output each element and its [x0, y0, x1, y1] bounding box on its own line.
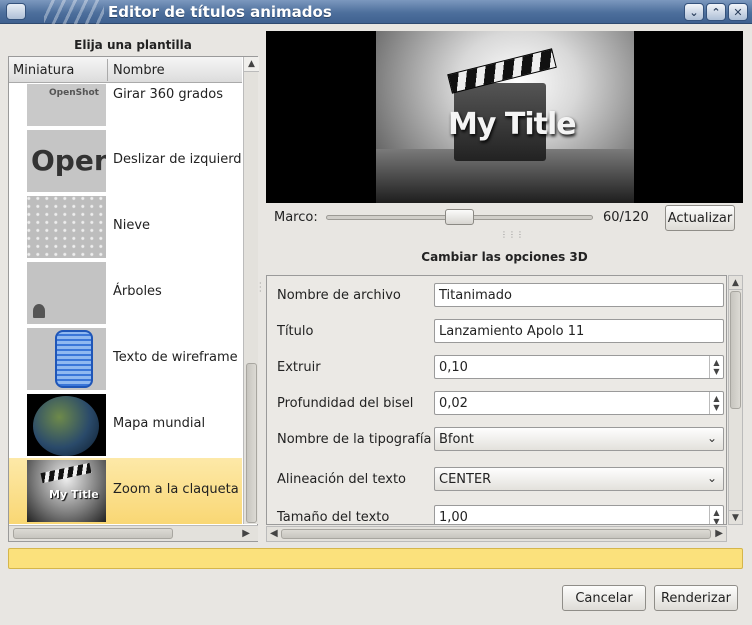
template-name: Zoom a la claqueta [113, 482, 239, 497]
refresh-button[interactable]: Actualizar [665, 205, 735, 231]
option-label: Título [277, 324, 314, 339]
preview-area: My Title [266, 31, 743, 203]
thumbnail [27, 262, 106, 324]
column-header-name[interactable]: Nombre [113, 63, 165, 78]
templates-horizontal-scrollbar[interactable]: ▶ [9, 525, 258, 541]
scroll-left-icon[interactable]: ◀ [270, 527, 278, 541]
title-input[interactable]: Lanzamiento Apolo 11 [434, 319, 724, 343]
template-name: Árboles [113, 284, 162, 299]
filename-input[interactable]: Titanimado [434, 283, 724, 307]
scroll-right-icon[interactable]: ▶ [242, 526, 250, 541]
template-name: Mapa mundial [113, 416, 206, 431]
option-row: Título Lanzamiento Apolo 11 [267, 319, 726, 345]
template-row-clapper-zoom[interactable]: My Title Zoom a la claqueta [9, 458, 242, 524]
extrude-spinbox[interactable]: 0,10 ▲ ▼ [434, 355, 724, 379]
template-name: Nieve [113, 218, 151, 233]
titlebar-decoration [44, 0, 104, 24]
option-row: Tamaño del texto 1,00 ▲ ▼ [267, 505, 726, 525]
thumbnail: My Title [27, 460, 106, 522]
scroll-right-icon[interactable]: ▶ [715, 527, 723, 541]
thumbnail: OpenShot [27, 84, 106, 126]
preview-title-text: My Title [448, 107, 577, 142]
template-row-rotate[interactable]: OpenShot Girar 360 grados [9, 84, 242, 128]
frame-value: 60/120 [603, 210, 649, 225]
option-label: Tamaño del texto [277, 510, 390, 525]
option-label: Profundidad del bisel [277, 396, 414, 411]
template-name: Girar 360 grados [113, 87, 223, 102]
scroll-up-icon[interactable]: ▲ [729, 276, 742, 290]
spin-arrows-icon[interactable]: ▲ ▼ [709, 356, 723, 378]
template-name: Texto de wireframe [113, 350, 238, 365]
close-icon[interactable]: ✕ [728, 3, 748, 21]
text-alignment-select[interactable]: CENTER ⌄ [434, 467, 724, 491]
frame-label: Marco: [274, 210, 318, 225]
options-panel: Nombre de archivo Titanimado Título Lanz… [266, 275, 727, 525]
option-row: Profundidad del bisel 0,02 ▲ ▼ [267, 391, 726, 417]
spin-arrows-icon[interactable]: ▲ ▼ [709, 392, 723, 414]
templates-vertical-scrollbar[interactable]: ▲ [243, 57, 259, 524]
template-rows: OpenShot Girar 360 grados OpenS Deslizar… [9, 84, 242, 524]
window-menu-button[interactable] [6, 3, 26, 20]
bevel-depth-spinbox[interactable]: 0,02 ▲ ▼ [434, 391, 724, 415]
option-label: Nombre de la tipografía [277, 432, 432, 447]
list-header: Miniatura Nombre [9, 57, 242, 83]
column-header-thumbnail[interactable]: Miniatura [13, 63, 74, 78]
cancel-button[interactable]: Cancelar [562, 585, 646, 611]
frame-slider-handle[interactable] [445, 209, 474, 225]
template-name: Deslizar de izquierda [113, 152, 242, 167]
thumbnail [27, 328, 106, 390]
option-label: Alineación del texto [277, 472, 407, 487]
minimize-icon[interactable]: ⌄ [684, 3, 704, 21]
options-vertical-scrollbar[interactable]: ▲ ▼ [728, 275, 743, 525]
scroll-down-icon[interactable]: ▼ [729, 510, 742, 524]
scroll-up-icon[interactable]: ▲ [244, 57, 259, 72]
template-row-world-map[interactable]: Mapa mundial [9, 392, 242, 458]
scroll-thumb[interactable] [730, 291, 741, 409]
thumbnail: OpenS [27, 130, 106, 192]
chevron-down-icon: ⌄ [706, 471, 717, 485]
title-bar: Editor de títulos animados ⌄ ⌃ ✕ [0, 0, 752, 24]
chevron-down-icon: ⌄ [706, 431, 717, 445]
option-row: Extruir 0,10 ▲ ▼ [267, 355, 726, 381]
template-row-trees[interactable]: Árboles [9, 260, 242, 326]
frame-controls: Marco: 60/120 Actualizar [266, 205, 743, 231]
maximize-icon[interactable]: ⌃ [706, 3, 726, 21]
thumbnail [27, 394, 106, 456]
option-label: Nombre de archivo [277, 288, 401, 303]
render-progress-bar [8, 548, 743, 569]
option-label: Extruir [277, 360, 321, 375]
templates-list[interactable]: Miniatura Nombre OpenShot Girar 360 grad… [8, 56, 259, 542]
scroll-thumb[interactable] [13, 528, 173, 539]
preview-image: My Title [376, 31, 634, 203]
options-horizontal-scrollbar[interactable]: ◀ ▶ [266, 526, 727, 542]
window-title: Editor de títulos animados [108, 3, 332, 21]
option-row: Nombre de archivo Titanimado [267, 283, 726, 309]
template-row-snow[interactable]: Nieve [9, 194, 242, 260]
font-name-select[interactable]: Bfont ⌄ [434, 427, 724, 451]
templates-heading: Elija una plantilla [74, 38, 192, 52]
text-size-spinbox[interactable]: 1,00 ▲ ▼ [434, 505, 724, 524]
scroll-thumb[interactable] [246, 363, 257, 523]
scroll-thumb[interactable] [281, 529, 711, 539]
splitter-handle[interactable]: ⋮⋮⋮ [500, 230, 524, 239]
option-row: Alineación del texto CENTER ⌄ [267, 467, 726, 493]
option-row: Nombre de la tipografía Bfont ⌄ [267, 427, 726, 453]
options-heading: Cambiar las opciones 3D [421, 250, 588, 264]
splitter-handle[interactable]: · · · [259, 280, 262, 296]
render-button[interactable]: Renderizar [654, 585, 738, 611]
template-row-slide[interactable]: OpenS Deslizar de izquierda [9, 128, 242, 194]
thumbnail [27, 196, 106, 258]
spin-arrows-icon[interactable]: ▲ ▼ [709, 506, 723, 524]
template-row-wireframe[interactable]: Texto de wireframe [9, 326, 242, 392]
